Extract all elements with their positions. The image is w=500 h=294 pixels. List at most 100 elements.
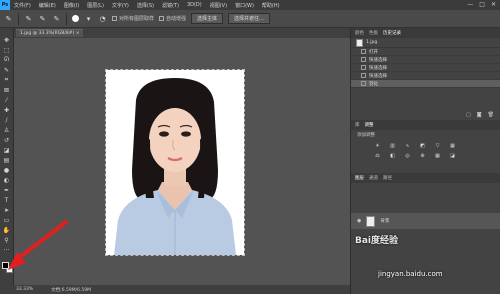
subtract-selection-icon[interactable]: ✎: [52, 14, 61, 23]
chevron-down-icon[interactable]: ▾: [84, 14, 93, 23]
history-item[interactable]: 打开: [351, 48, 500, 56]
gradient-tool-icon[interactable]: ▤: [2, 156, 12, 164]
shape-tool-icon[interactable]: ▭: [2, 216, 12, 224]
history-spacer: [351, 88, 500, 110]
exposure-icon[interactable]: ◩: [419, 143, 426, 149]
right-panels: 颜色 色板 历史记录 1.jpg 打开 快速选择 快速选择 快速选择 羽化 ▢ …: [350, 28, 500, 294]
blur-tool-icon[interactable]: ●: [2, 166, 12, 174]
menu-help[interactable]: 帮助(H): [258, 2, 284, 9]
tab-layers[interactable]: 图层: [355, 175, 364, 181]
history-item-label: 快速选择: [369, 65, 387, 71]
channel-mixer-icon[interactable]: ⊕: [419, 153, 426, 159]
zoom-tool-icon[interactable]: ⚲: [2, 236, 12, 244]
history-item[interactable]: 快速选择: [351, 64, 500, 72]
options-bar: ✎ ✎ ✎ ✎ ▾ ◔ 对所有图层取样 自动增强 选择主体 选择并遮住...: [0, 10, 500, 28]
options-divider: [18, 12, 19, 25]
auto-enhance-label: 自动增强: [166, 16, 187, 22]
levels-icon[interactable]: ▥: [389, 143, 396, 149]
history-item-label: 羽化: [369, 81, 378, 87]
select-and-mask-button[interactable]: 选择并遮住...: [228, 13, 270, 24]
status-bar: 33.33% 文档:6.59M/6.59M: [0, 285, 350, 294]
lasso-tool-icon[interactable]: ᘏ: [2, 56, 12, 64]
color-lookup-icon[interactable]: ▦: [434, 153, 441, 159]
menu-edit[interactable]: 编辑(E): [35, 2, 60, 9]
menu-file[interactable]: 文件(F): [10, 2, 35, 9]
history-state-icon: [361, 57, 366, 62]
minimize-button[interactable]: —: [467, 1, 473, 8]
tab-swatches[interactable]: 色板: [369, 30, 378, 36]
menu-3d[interactable]: 3D(D): [183, 2, 206, 8]
zoom-level[interactable]: 33.33%: [16, 287, 33, 292]
menu-layer[interactable]: 图层(L): [83, 2, 108, 9]
add-to-selection-icon[interactable]: ✎: [38, 14, 47, 23]
move-tool-icon[interactable]: ✥: [2, 36, 12, 44]
marquee-tool-icon[interactable]: ⬚: [2, 46, 12, 54]
history-item[interactable]: 快速选择: [351, 56, 500, 64]
brush-size-picker-icon[interactable]: [72, 15, 79, 22]
black-white-icon[interactable]: ◧: [389, 153, 396, 159]
menu-image[interactable]: 图像(I): [60, 2, 83, 9]
history-item-active[interactable]: 羽化: [351, 80, 500, 88]
menu-view[interactable]: 视图(V): [206, 2, 231, 9]
vibrance-icon[interactable]: ▽: [434, 143, 441, 149]
select-subject-button[interactable]: 选择主体: [191, 13, 224, 24]
menu-type[interactable]: 文字(Y): [108, 2, 133, 9]
tab-libraries[interactable]: 库: [355, 122, 360, 128]
camera-icon[interactable]: ◙: [477, 112, 482, 118]
invert-icon[interactable]: ◪: [449, 153, 456, 159]
auto-enhance-checkbox[interactable]: 自动增强: [159, 15, 186, 22]
hue-saturation-icon[interactable]: ▦: [449, 143, 456, 149]
more-tools-icon[interactable]: ···: [2, 246, 12, 254]
tab-paths[interactable]: 路径: [383, 175, 392, 181]
menu-window[interactable]: 窗口(W): [231, 2, 258, 9]
quick-selection-tool-icon[interactable]: ✎: [2, 66, 12, 74]
angle-icon[interactable]: ◔: [98, 14, 107, 23]
pen-tool-icon[interactable]: ✒: [2, 186, 12, 194]
menu-filter[interactable]: 滤镜(T): [158, 2, 183, 9]
history-item-label: 打开: [369, 49, 378, 55]
tab-history[interactable]: 历史记录: [383, 30, 401, 36]
clone-stamp-tool-icon[interactable]: ♙: [2, 126, 12, 134]
hand-tool-icon[interactable]: ✋: [2, 226, 12, 234]
foreground-color-swatch[interactable]: [2, 262, 9, 269]
history-brush-tool-icon[interactable]: ↺: [2, 136, 12, 144]
baidu-watermark: Bai度经验: [355, 236, 399, 246]
brightness-icon[interactable]: ☀: [374, 143, 381, 149]
history-item[interactable]: 快速选择: [351, 72, 500, 80]
eraser-tool-icon[interactable]: ◪: [2, 146, 12, 154]
frame-tool-icon[interactable]: ⊠: [2, 86, 12, 94]
maximize-button[interactable]: □: [479, 1, 485, 8]
photoshop-logo: Ps: [0, 0, 10, 10]
new-selection-icon[interactable]: ✎: [24, 14, 33, 23]
tab-color[interactable]: 颜色: [355, 30, 364, 36]
snapshot-label: 1.jpg: [366, 40, 378, 45]
tab-adjustments[interactable]: 调整: [365, 122, 374, 128]
photo-filter-icon[interactable]: ◎: [404, 153, 411, 159]
close-button[interactable]: ✕: [491, 1, 496, 8]
history-snapshot[interactable]: 1.jpg: [351, 38, 500, 48]
brush-tool-icon[interactable]: ∕: [2, 116, 12, 124]
layer-row[interactable]: ◉ 背景: [351, 213, 500, 229]
type-tool-icon[interactable]: T: [2, 196, 12, 204]
sample-all-layers-checkbox[interactable]: 对所有图层取样: [112, 15, 154, 22]
color-balance-icon[interactable]: ⚖: [374, 153, 381, 159]
path-selection-tool-icon[interactable]: ➤: [2, 206, 12, 214]
history-state-icon: [361, 81, 366, 86]
new-document-icon[interactable]: ▢: [466, 112, 471, 118]
eye-icon[interactable]: ◉: [357, 218, 361, 224]
document-tab[interactable]: 1.jpg @ 33.3%(RGB/8#) ×: [16, 29, 84, 37]
document-canvas[interactable]: [105, 69, 245, 256]
layer-name: 背景: [380, 219, 390, 224]
trash-icon[interactable]: 🗑: [488, 112, 494, 118]
curves-icon[interactable]: ∿: [404, 143, 411, 149]
quick-selection-tool-icon[interactable]: ✎: [4, 14, 13, 23]
history-state-icon: [361, 73, 366, 78]
dodge-tool-icon[interactable]: ◐: [2, 176, 12, 184]
eyedropper-tool-icon[interactable]: ⁄: [2, 96, 12, 104]
sample-all-layers-label: 对所有图层取样: [119, 16, 155, 22]
tab-channels[interactable]: 通道: [369, 175, 378, 181]
healing-brush-tool-icon[interactable]: ✚: [2, 106, 12, 114]
crop-tool-icon[interactable]: ⌗: [2, 76, 12, 84]
menu-select[interactable]: 选择(S): [133, 2, 158, 9]
document-info: 文档:6.59M/6.59M: [51, 287, 92, 293]
